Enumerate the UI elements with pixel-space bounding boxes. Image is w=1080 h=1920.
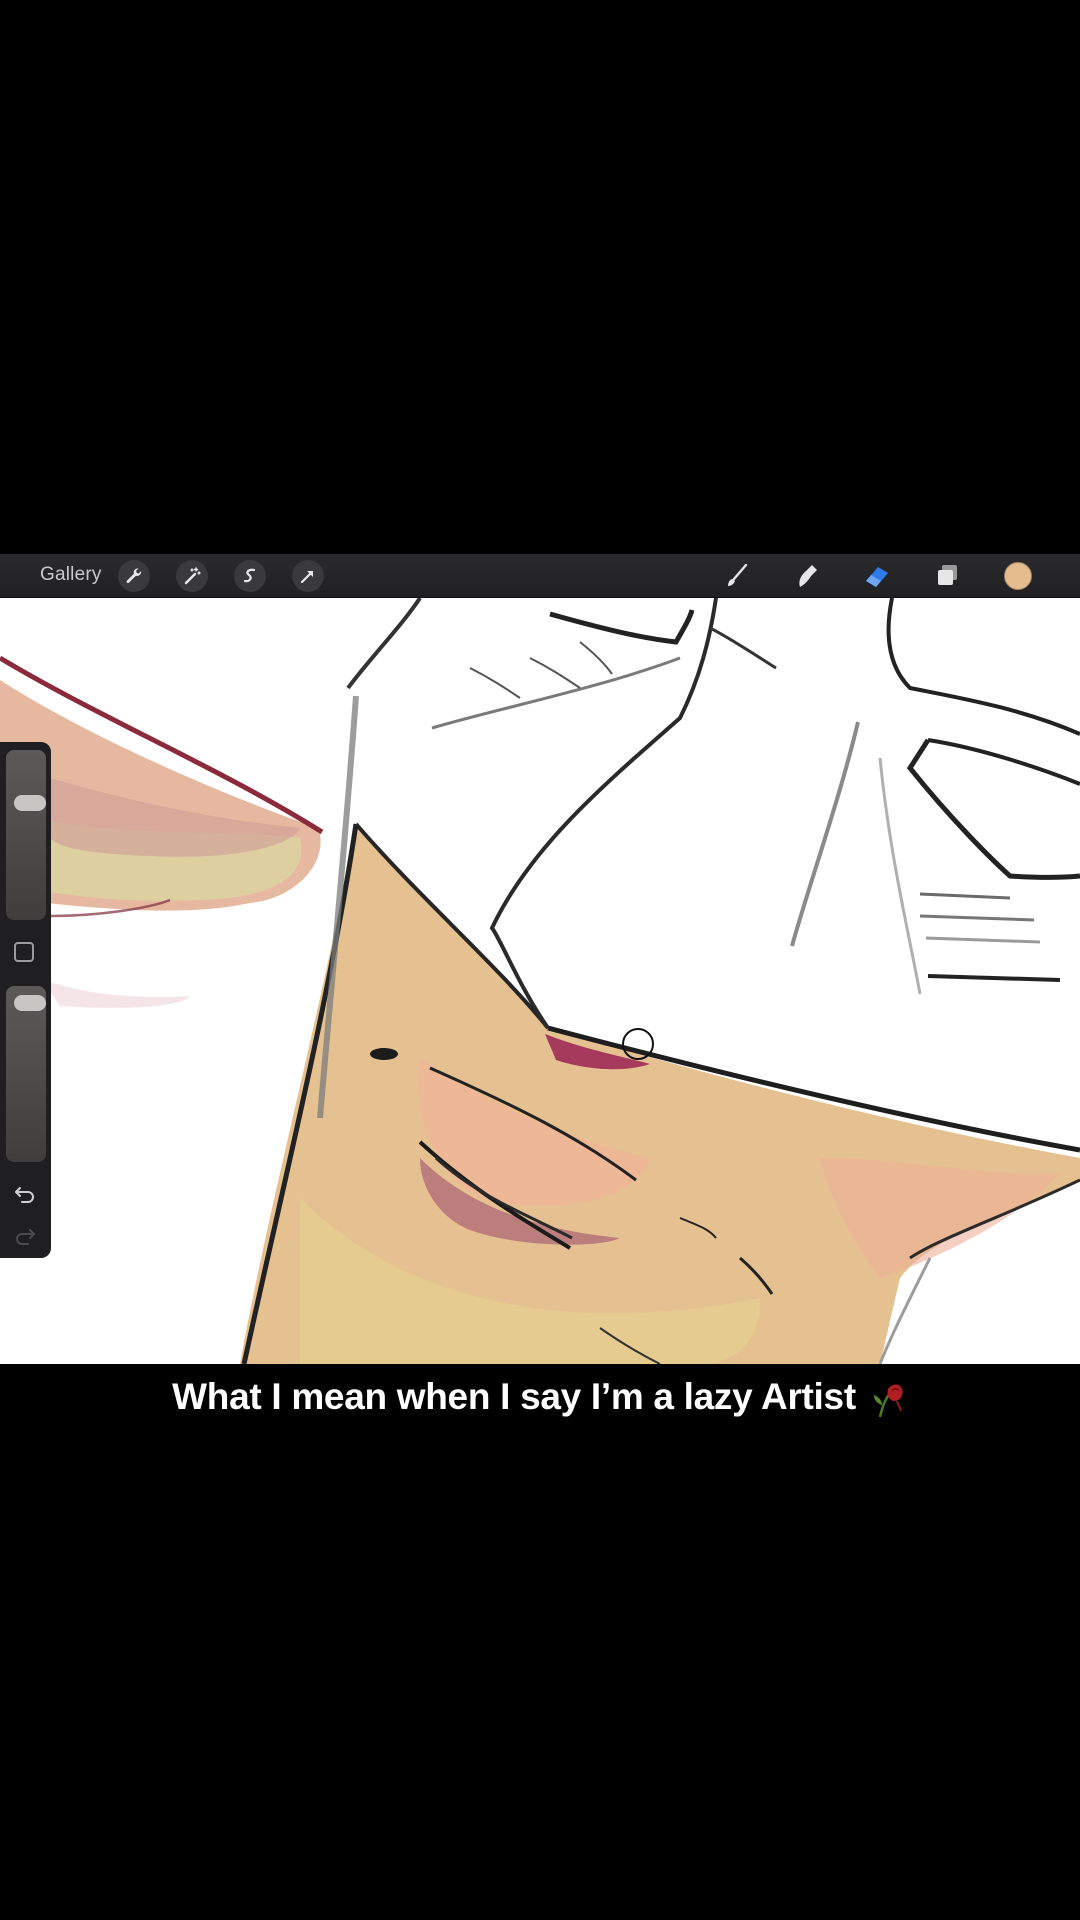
sketch-eye-top — [927, 738, 1080, 786]
eraser-tool[interactable] — [860, 560, 894, 592]
sketch-eye-right — [906, 738, 1080, 880]
sketch-vertical-1 — [790, 721, 860, 947]
sketch-hatch-2 — [919, 914, 1035, 922]
magic-wand-icon — [184, 567, 201, 585]
redo-icon — [16, 1229, 35, 1245]
undo-button[interactable] — [12, 1180, 38, 1206]
sketch-hatch-1 — [919, 892, 1011, 900]
transform-arrow-icon — [300, 570, 314, 584]
layers-icon — [938, 565, 957, 585]
sketch-vertical-2 — [878, 757, 922, 995]
color-swatch[interactable] — [1004, 562, 1032, 590]
nostril-dot — [370, 1048, 398, 1060]
sketch-hatch-4 — [927, 974, 1061, 982]
top-toolbar: Gallery — [0, 554, 1080, 598]
adjustments-button[interactable] — [176, 560, 208, 592]
modify-button[interactable] — [14, 942, 34, 962]
undo-icon — [15, 1187, 34, 1203]
wilted-rose-emoji — [873, 1384, 903, 1418]
smudge-tool[interactable] — [790, 560, 824, 592]
opacity-thumb[interactable] — [14, 994, 46, 1011]
sketch-lash-2 — [529, 657, 581, 689]
brush-size-slider[interactable] — [6, 750, 46, 920]
brush-size-thumb[interactable] — [14, 794, 46, 811]
wrench-icon — [126, 568, 142, 584]
brush-tool[interactable] — [720, 560, 754, 592]
selection-icon — [243, 568, 256, 583]
drawing-canvas[interactable] — [0, 598, 1080, 1364]
redo-button[interactable] — [12, 1222, 38, 1248]
sketch-brow-2 — [431, 656, 681, 730]
gallery-button[interactable]: Gallery — [40, 564, 102, 586]
sketch-brow-1 — [549, 609, 695, 645]
sketch-right-1 — [886, 598, 1080, 736]
sketch-line-1 — [346, 598, 422, 690]
layers-tool[interactable] — [930, 560, 964, 592]
finger-shadow — [40, 978, 190, 1008]
artwork — [0, 598, 1080, 1364]
sketch-lash-1 — [469, 667, 521, 699]
sketch-lash-3 — [579, 641, 613, 675]
sketch-hatch-3 — [925, 936, 1041, 944]
opacity-slider[interactable] — [6, 986, 46, 1162]
selection-button[interactable] — [234, 560, 266, 592]
side-toolbar — [0, 742, 51, 1258]
eraser-icon — [866, 567, 888, 587]
caption-text: What I mean when I say I’m a lazy Artist — [172, 1376, 856, 1417]
sketch-line-3 — [489, 598, 718, 1030]
video-caption: What I mean when I say I’m a lazy Artist — [0, 1376, 1080, 1419]
smudge-icon — [799, 565, 817, 587]
brush-icon — [728, 563, 748, 586]
actions-button[interactable] — [118, 560, 150, 592]
transform-button[interactable] — [292, 560, 324, 592]
sketch-corner — [709, 626, 777, 670]
brush-cursor — [622, 1028, 654, 1060]
